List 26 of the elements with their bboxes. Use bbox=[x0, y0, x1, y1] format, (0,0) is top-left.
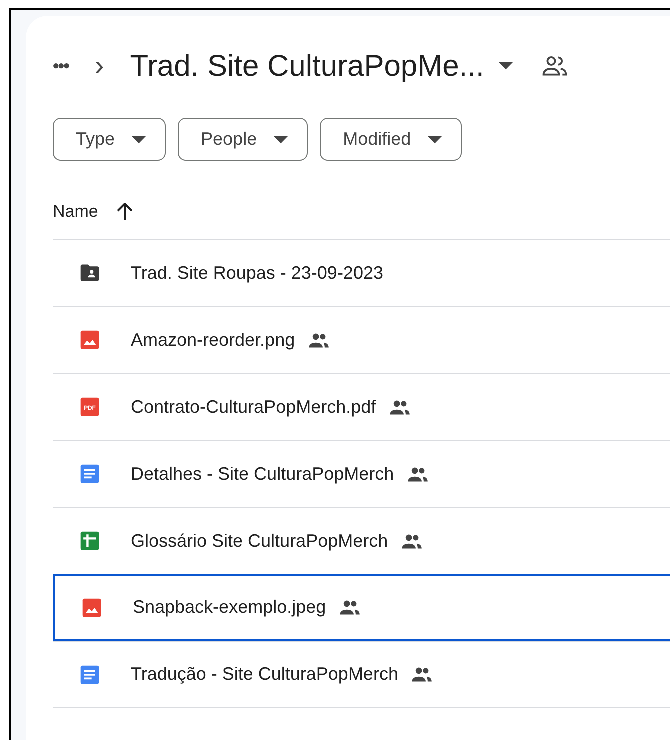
filter-dropdown-button[interactable]: Type bbox=[53, 118, 166, 161]
document-icon bbox=[79, 664, 101, 686]
file-name: Snapback-exemplo.jpeg bbox=[133, 596, 326, 619]
file-name: Tradução - Site CulturaPopMerch bbox=[131, 663, 398, 686]
image-file-icon bbox=[79, 329, 101, 351]
file-name: Contrato-CulturaPopMerch.pdf bbox=[131, 396, 376, 419]
folder-icon bbox=[79, 262, 101, 284]
file-row[interactable]: Detalhes - Site CulturaPopMerch bbox=[53, 440, 670, 507]
column-header[interactable]: Name bbox=[53, 199, 98, 225]
file-name: Detalhes - Site CulturaPopMerch bbox=[131, 462, 394, 486]
more-button[interactable]: ••• bbox=[53, 57, 69, 75]
spreadsheet-icon bbox=[79, 530, 101, 552]
folder-title[interactable]: Trad. Site CulturaPopMe... bbox=[130, 44, 484, 88]
file-row[interactable]: Snapback-exemplo.jpeg bbox=[53, 574, 670, 641]
filter-dropdown-button[interactable]: Modified bbox=[320, 118, 462, 161]
file-name: Glossário Site CulturaPopMerch bbox=[131, 530, 388, 553]
file-row[interactable]: Amazon-reorder.png bbox=[53, 306, 670, 373]
file-row[interactable]: Trad. Site Roupas - 23-09-2023 bbox=[53, 239, 670, 306]
filter-dropdown-button[interactable]: People bbox=[178, 118, 308, 161]
image-file-icon bbox=[81, 596, 103, 618]
chevron-separator: › bbox=[94, 52, 104, 80]
file-row[interactable]: Glossário Site CulturaPopMerch bbox=[53, 507, 670, 574]
file-name: Trad. Site Roupas - 23-09-2023 bbox=[131, 262, 384, 285]
file-name: Amazon-reorder.png bbox=[131, 328, 296, 352]
document-icon bbox=[79, 463, 101, 485]
file-row[interactable]: Tradução - Site CulturaPopMerch bbox=[53, 641, 670, 708]
